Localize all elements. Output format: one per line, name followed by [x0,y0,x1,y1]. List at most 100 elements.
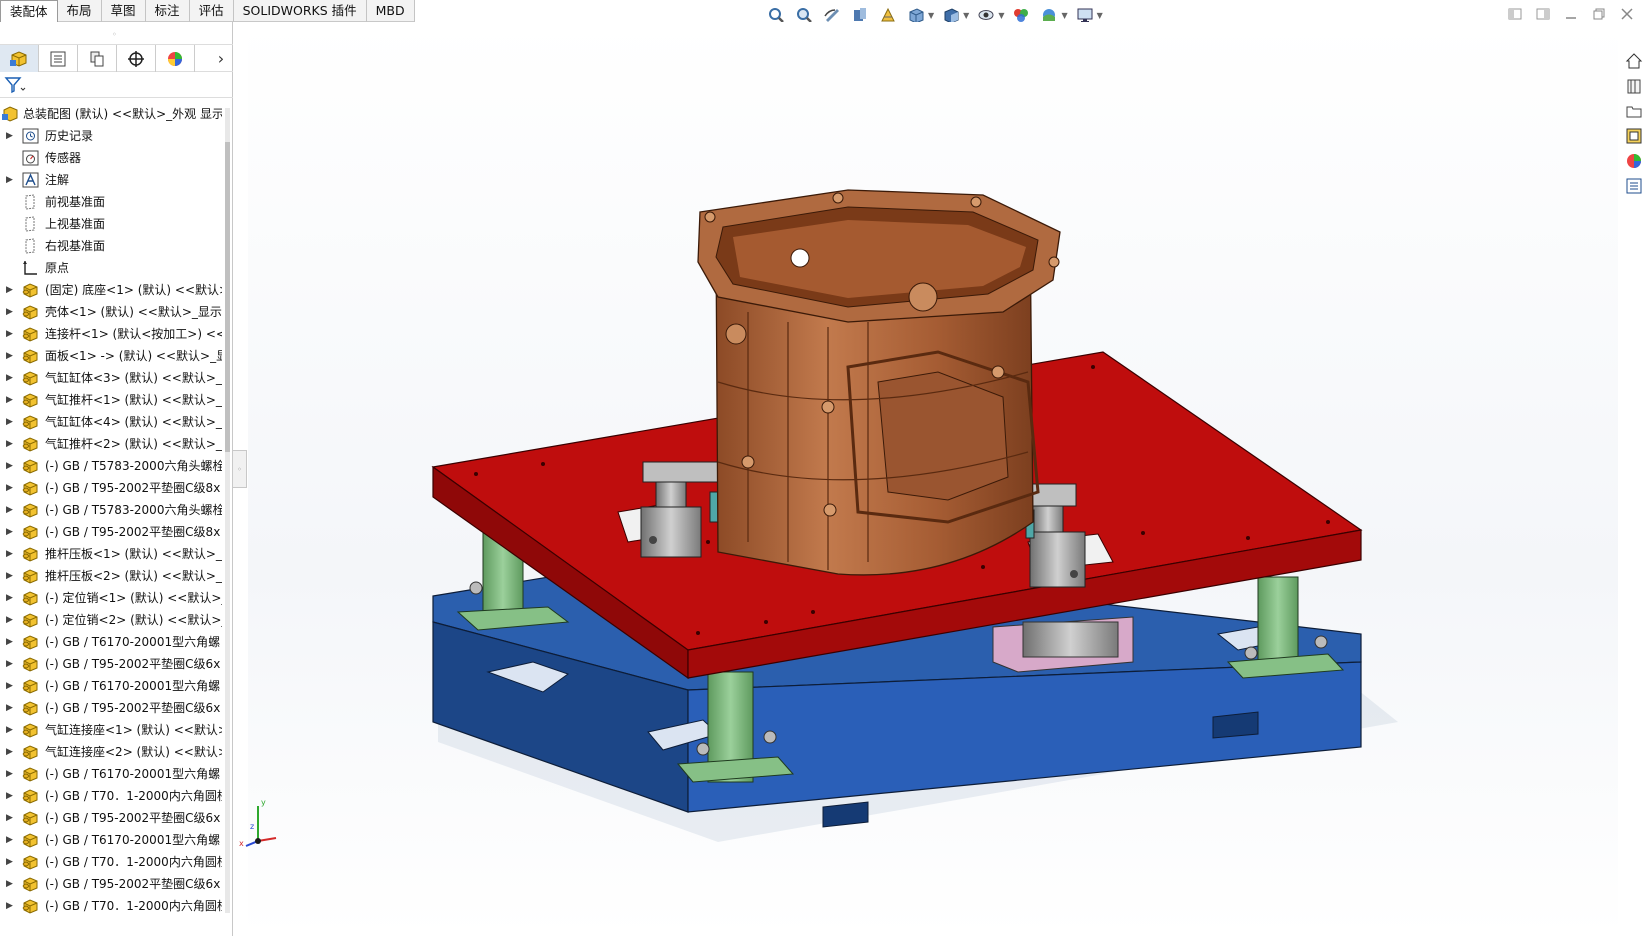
expand-arrow-icon[interactable]: ▶ [6,741,13,763]
close-icon[interactable] [1618,5,1636,23]
chevron-down-icon[interactable]: ▼ [928,11,934,20]
assembly-model-render[interactable] [248,22,1618,936]
tree-item[interactable]: ▶ 气缸缸体<3> (默认) <<默认>_显 [0,367,222,389]
tree-item[interactable]: 传感器 [0,147,222,169]
tree-item[interactable]: ▶ 壳体<1> (默认) <<默认>_显示 [0,301,222,323]
tree-item[interactable]: 上视基准面 [0,213,222,235]
tree-item[interactable]: 前视基准面 [0,191,222,213]
solidworks-resources-icon[interactable] [1622,50,1646,72]
file-explorer-icon[interactable] [1622,100,1646,122]
ribbon-tab[interactable]: 草图 [102,0,146,22]
expand-arrow-icon[interactable]: ▶ [6,873,13,895]
expand-arrow-icon[interactable]: ▶ [6,323,13,345]
expand-arrow-icon[interactable]: ▶ [6,807,13,829]
panel-splitter-handle[interactable]: ◦ [233,450,247,488]
pneumatic-clamp-right[interactable] [1025,483,1086,588]
tree-item[interactable]: ▶ (-) GB / T6170-20001型六角螺 [0,675,222,697]
tree-item[interactable]: ▶ (-) GB / T70．1-2000内六角圆柱 [0,851,222,873]
tree-item[interactable]: ▶ 气缸推杆<1> (默认) <<默认>_显 [0,389,222,411]
tree-item[interactable]: ▶ (-) GB / T95-2002平垫圈C级6x [0,697,222,719]
tree-item[interactable]: ▶ (-) GB / T70．1-2000内六角圆柱 [0,895,222,917]
tree-item[interactable]: ▶ 气缸缸体<4> (默认) <<默认>_显 [0,411,222,433]
minimize-icon[interactable] [1562,5,1580,23]
tree-item[interactable]: ▶ (-) GB / T95-2002平垫圈C级6x [0,807,222,829]
chevron-down-icon[interactable]: ▼ [1061,11,1067,20]
tree-item[interactable]: ▶ (-) GB / T70．1-2000内六角圆柱 [0,785,222,807]
expand-arrow-icon[interactable]: ▶ [6,389,13,411]
tree-item[interactable]: ▶ 气缸连接座<2> (默认) <<默认> [0,741,222,763]
tree-item[interactable]: ▶ 气缸连接座<1> (默认) <<默认> [0,719,222,741]
propertymanager-icon[interactable] [39,45,78,72]
expand-arrow-icon[interactable]: ▶ [6,895,13,917]
expand-arrow-icon[interactable]: ▶ [6,851,13,873]
expand-arrow-icon[interactable]: ▶ [6,411,13,433]
tree-item[interactable]: ▶ (-) GB / T95-2002平垫圈C级8x [0,477,222,499]
chevron-down-icon[interactable]: ▼ [998,11,1004,20]
dimxpertmanager-icon[interactable] [117,45,156,72]
ribbon-tab[interactable]: 评估 [190,0,234,22]
design-library-icon[interactable] [1622,75,1646,97]
configurationmanager-icon[interactable] [78,45,117,72]
custom-properties-icon[interactable] [1622,175,1646,197]
expand-arrow-icon[interactable]: ▶ [6,125,13,147]
tree-item[interactable]: ▶ (-) GB / T5783-2000六角头螺栓 [0,455,222,477]
appearances-icon[interactable] [1622,150,1646,172]
expand-arrow-icon[interactable]: ▶ [6,433,13,455]
tree-item[interactable]: ▶ (-) GB / T5783-2000六角头螺栓 [0,499,222,521]
expand-arrow-icon[interactable]: ▶ [6,499,13,521]
tile-right-icon[interactable] [1534,5,1552,23]
expand-arrow-icon[interactable]: ▶ [6,829,13,851]
expand-arrow-icon[interactable]: ▶ [6,785,13,807]
tree-item[interactable]: ▶ (-) GB / T95-2002平垫圈C级6x [0,873,222,895]
expand-arrow-icon[interactable]: ▶ [6,609,13,631]
tree-item[interactable]: ▶ (-) 定位销<1> (默认) <<默认>_ [0,587,222,609]
tree-item[interactable]: ▶ (-) GB / T6170-20001型六角螺 [0,763,222,785]
tree-item[interactable]: ▶ 注解 [0,169,222,191]
view-palette-icon[interactable] [1622,125,1646,147]
expand-arrow-icon[interactable]: ▶ [6,587,13,609]
featuremanager-tree-icon[interactable] [0,45,39,72]
tree-item[interactable]: ▶ (-) GB / T95-2002平垫圈C级6x [0,653,222,675]
ribbon-tab[interactable]: 布局 [58,0,102,22]
expand-arrow-icon[interactable]: ▶ [6,345,13,367]
tree-item[interactable]: ▶ 推杆压板<1> (默认) <<默认>_显 [0,543,222,565]
tree-item[interactable]: ▶ (-) 定位销<2> (默认) <<默认>_ [0,609,222,631]
ribbon-tab[interactable]: MBD [367,0,415,22]
tree-item[interactable]: ▶ (-) GB / T95-2002平垫圈C级8x [0,521,222,543]
expand-arrow-icon[interactable]: ▶ [6,631,13,653]
expand-arrow-icon[interactable]: ▶ [6,521,13,543]
expand-arrow-icon[interactable]: ▶ [6,301,13,323]
tree-item[interactable]: ▶ (-) GB / T6170-20001型六角螺 [0,631,222,653]
tree-item[interactable]: ▶ 历史记录 [0,125,222,147]
expand-arrow-icon[interactable]: ▶ [6,279,13,301]
restore-icon[interactable] [1590,5,1608,23]
expand-arrow-icon[interactable]: ▶ [6,719,13,741]
displaymanager-icon[interactable] [156,45,195,72]
filter-icon[interactable] [4,76,26,97]
expand-arrow-icon[interactable]: ▶ [6,477,13,499]
tree-item[interactable]: ▶ (-) GB / T6170-20001型六角螺 [0,829,222,851]
expand-arrow-icon[interactable]: ▶ [6,367,13,389]
expand-arrow-icon[interactable]: ▶ [6,697,13,719]
tree-item[interactable]: ▶ 气缸推杆<2> (默认) <<默认>_显 [0,433,222,455]
expand-arrow-icon[interactable]: ▶ [6,675,13,697]
tree-item[interactable]: ▶ 面板<1> -> (默认) <<默认>_显 [0,345,222,367]
expand-arrow-icon[interactable]: ▶ [6,543,13,565]
expand-arrow-icon[interactable]: ▶ [6,565,13,587]
tree-item[interactable]: ▶ (固定) 底座<1> (默认) <<默认> [0,279,222,301]
tree-item[interactable]: ▶ 推杆压板<2> (默认) <<默认>_显 [0,565,222,587]
tree-item[interactable]: 右视基准面 [0,235,222,257]
gearbox-housing-part[interactable] [697,189,1061,576]
graphics-area[interactable]: y x z [239,22,1618,936]
tree-vertical-scroll-thumb[interactable] [225,142,230,452]
chevron-down-icon[interactable]: ▼ [1097,11,1103,20]
chevron-right-icon[interactable]: › [209,45,233,71]
ribbon-tab[interactable]: SOLIDWORKS 插件 [234,0,367,22]
ribbon-tab[interactable]: 标注 [146,0,190,22]
tree-item[interactable]: 原点 [0,257,222,279]
expand-arrow-icon[interactable]: ▶ [6,763,13,785]
ribbon-tab[interactable]: 装配体 [0,0,58,22]
tree-item[interactable]: ▶ 连接杆<1> (默认<按加工>) << [0,323,222,345]
expand-arrow-icon[interactable]: ▶ [6,455,13,477]
tree-root-assembly[interactable]: 总装配图 (默认) <<默认>_外观 显示 [0,103,222,125]
